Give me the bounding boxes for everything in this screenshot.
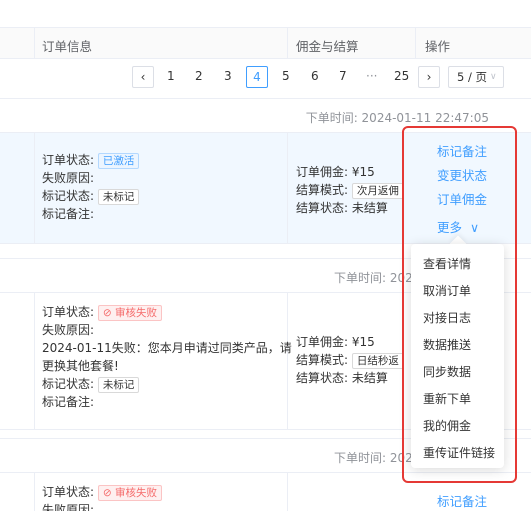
status-badge: 已激活 [97,152,140,169]
warning-circle-icon: ⊘ [102,306,112,319]
column-divider [287,133,288,243]
warning-circle-icon: ⊘ [102,486,112,499]
chevron-down-icon: ∨ [490,72,497,82]
header-commission: 佣金与结算 [296,39,359,54]
order-info-cell: 订单状态: 已激活 失败原因: 标记状态: 未标记 标记备注: [42,151,140,223]
page-1[interactable]: 1 [167,69,175,83]
status-badge: ⊘ 审核失败 [97,484,163,501]
commission-cell: 订单佣金: ¥15 结算模式: 日结秒返 结算状态: 未结算 [296,333,404,387]
annotation-highlight-box [402,126,517,483]
column-divider [287,473,288,511]
page-size-select[interactable]: 5 / 页 ∨ [448,66,504,88]
fail-reason-label: 失败原因: [42,323,95,337]
status-badge-text: 审核失败 [115,486,158,499]
page-7[interactable]: 7 [339,69,347,83]
status-badge: ⊘ 审核失败 [97,304,163,321]
mark-status-label: 标记状态: [42,377,95,391]
mark-status-badge: 未标记 [97,376,140,393]
mark-note-label: 标记备注: [42,207,95,221]
mark-note-label: 标记备注: [42,395,95,409]
pagination-ellipsis[interactable]: ··· [366,69,377,83]
column-divider [34,133,35,243]
chevron-right-icon: › [426,70,432,84]
fail-reason-label: 失败原因: [42,503,95,511]
column-divider [415,28,416,58]
column-divider [34,473,35,511]
mark-status-badge: 未标记 [97,188,140,205]
order-list-page: 订单信息 佣金与结算 操作 ‹ 1 2 3 4 5 6 7 ··· 25 › 5… [0,0,531,511]
page-last[interactable]: 25 [394,69,409,83]
settle-status: 结算状态: 未结算 [296,201,388,215]
page-5[interactable]: 5 [282,69,290,83]
order-time: 下单时间: 2024-01-11 22:47:05 [305,111,489,125]
mark-status-label: 标记状态: [42,189,95,203]
prev-page-button[interactable]: ‹ [132,66,154,88]
order-commission: 订单佣金: ¥15 [296,165,375,179]
column-divider [287,28,288,58]
fail-reason-text: 更换其他套餐! [42,359,119,373]
page-6[interactable]: 6 [311,69,319,83]
page-3[interactable]: 3 [224,69,232,83]
chevron-left-icon: ‹ [140,70,146,84]
settle-mode-label: 结算模式: [296,183,349,197]
status-label: 订单状态: [42,305,95,319]
status-badge-text: 审核失败 [115,306,158,319]
page-size-value: 5 / 页 [457,70,488,84]
column-divider [34,293,35,429]
status-label: 订单状态: [42,485,95,499]
settle-mode-label: 结算模式: [296,353,349,367]
commission-cell: 订单佣金: ¥15 结算模式: 次月返佣 结算状态: 未结算 [296,163,404,217]
settle-mode-badge: 次月返佣 [351,182,404,199]
fail-reason-text: 2024-01-11失败：您本月申请过同类产品，请 [42,341,292,355]
page-4-current[interactable]: 4 [246,66,268,88]
table-header: 订单信息 佣金与结算 操作 [0,27,531,59]
next-page-button[interactable]: › [418,66,440,88]
status-label: 订单状态: [42,153,95,167]
order-commission: 订单佣金: ¥15 [296,335,375,349]
pagination: ‹ 1 2 3 4 5 6 7 ··· 25 › 5 / 页 ∨ [0,66,531,90]
settle-mode-badge: 日结秒返 [351,352,404,369]
settle-status: 结算状态: 未结算 [296,371,388,385]
header-actions: 操作 [425,39,451,54]
order-info-cell: 订单状态: ⊘ 审核失败 失败原因: 2024-01-11失败：您本月申请过同类… [42,303,292,411]
column-divider [34,28,35,58]
fail-reason-label: 失败原因: [42,171,95,185]
page-2[interactable]: 2 [195,69,203,83]
header-order-info: 订单信息 [42,39,93,54]
order-info-cell: 订单状态: ⊘ 审核失败 失败原因: [42,483,163,511]
mark-note-link[interactable]: 标记备注 [437,491,487,510]
